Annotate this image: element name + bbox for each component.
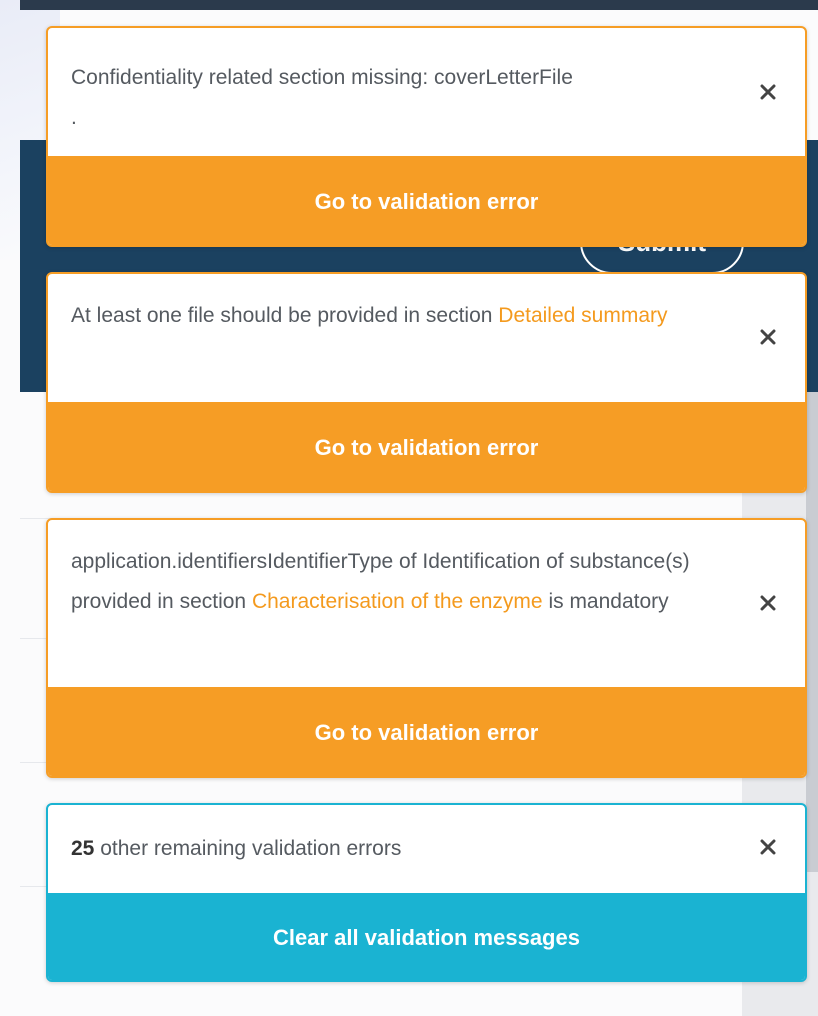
toast-message: Confidentiality related section missing:… [48, 28, 805, 156]
close-icon[interactable] [756, 591, 780, 615]
close-icon[interactable] [756, 325, 780, 349]
go-to-validation-error-label: Go to validation error [314, 188, 539, 214]
go-to-validation-error-label: Go to validation error [314, 434, 539, 460]
go-to-validation-error-button[interactable]: Go to validation error [48, 687, 805, 776]
scrollbar-thumb[interactable] [806, 392, 818, 872]
toast-message: 25 other remaining validation errors [48, 805, 805, 893]
remaining-errors-toast: 25 other remaining validation errors Cle… [46, 803, 807, 982]
toast-message-text: At least one file should be provided in … [71, 304, 499, 327]
toast-message-text: Confidentiality related section missing:… [71, 66, 573, 89]
validation-error-toast: At least one file should be provided in … [46, 272, 807, 493]
clear-all-validation-messages-button[interactable]: Clear all validation messages [48, 893, 805, 980]
close-icon[interactable] [756, 80, 780, 104]
toast-message-text: other remaining validation errors [94, 837, 402, 860]
remaining-errors-count: 25 [71, 837, 95, 860]
toast-message: At least one file should be provided in … [48, 274, 805, 402]
section-link-detailed-summary[interactable]: Detailed summary [498, 304, 667, 327]
validation-error-toast: Confidentiality related section missing:… [46, 26, 807, 247]
toast-message-trailing: . [71, 106, 77, 129]
go-to-validation-error-label: Go to validation error [314, 719, 539, 745]
toast-message: application.identifiersIdentifierType of… [48, 520, 805, 687]
section-link-characterisation-of-the-enzyme[interactable]: Characterisation of the enzyme [252, 590, 543, 613]
go-to-validation-error-button[interactable]: Go to validation error [48, 156, 805, 245]
clear-all-validation-messages-label: Clear all validation messages [273, 924, 580, 950]
go-to-validation-error-button[interactable]: Go to validation error [48, 402, 805, 491]
validation-error-toast: application.identifiersIdentifierType of… [46, 518, 807, 778]
top-navigation-bar [20, 0, 818, 10]
close-icon[interactable] [756, 835, 780, 859]
toast-message-suffix: is mandatory [542, 590, 669, 613]
